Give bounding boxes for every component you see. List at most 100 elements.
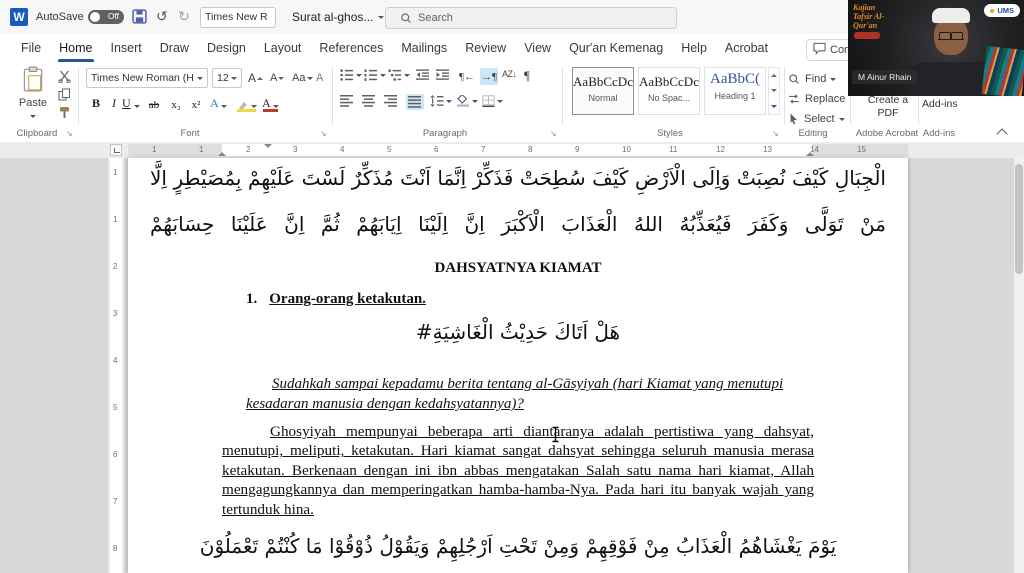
font-color-button[interactable]: A (262, 94, 279, 112)
document-heading: DAHSYATNYA KIAMAT (434, 260, 602, 276)
redo-icon[interactable]: ↻ (178, 8, 190, 25)
align-right-button[interactable] (384, 95, 398, 107)
sort-button[interactable]: AZ↓ (502, 69, 517, 79)
tab-references[interactable]: References (310, 34, 392, 62)
align-center-button[interactable] (362, 95, 376, 107)
word-logo-icon[interactable]: W (10, 8, 28, 26)
group-divider (784, 67, 785, 125)
line-spacing-button[interactable] (430, 95, 452, 107)
undo-icon[interactable]: ↺ (156, 8, 168, 25)
tab-quran-kemenag[interactable]: Qur'an Kemenag (560, 34, 672, 62)
styles-group-label: Styles (657, 128, 683, 139)
search-input[interactable]: Search (385, 7, 677, 29)
quick-font-dropdown[interactable]: Times New R (200, 7, 276, 38)
select-button[interactable]: Select (788, 111, 845, 127)
shading-button[interactable] (456, 95, 478, 107)
tab-insert[interactable]: Insert (102, 34, 151, 62)
first-line-indent-marker[interactable] (264, 144, 272, 148)
tab-view[interactable]: View (515, 34, 560, 62)
tab-home[interactable]: Home (50, 34, 101, 62)
arabic-verse-line-1: الْجِبَالِ كَيْفَ نُصِبَتْ وَاِلَى الْاَ… (150, 166, 886, 190)
rtl-direction-button[interactable]: ¶ ← (458, 68, 476, 85)
numbering-button[interactable] (364, 69, 386, 81)
tab-selector-icon[interactable] (110, 144, 122, 156)
font-family-combo[interactable]: Times New Roman (H (86, 68, 208, 88)
font-dialog-launcher-icon[interactable]: ↘ (320, 129, 327, 138)
clipboard-dialog-launcher-icon[interactable]: ↘ (66, 129, 73, 138)
style-heading1[interactable]: AaBbC( Heading 1 (704, 67, 766, 115)
style-normal[interactable]: AaBbCcDc Normal (572, 67, 634, 115)
video-call-overlay[interactable]: Kajian Tafsir Al- Qur'an UMS M Ainur Rha… (848, 0, 1024, 96)
font-size-combo[interactable]: 12 (212, 68, 242, 88)
text-effects-button[interactable]: A (210, 94, 227, 112)
ltr-direction-button[interactable]: → ¶ (480, 68, 498, 85)
cut-icon[interactable] (58, 70, 74, 85)
autosave-toggle-knob (90, 12, 100, 22)
scroll-up-icon (771, 74, 777, 78)
line-spacing-icon (430, 95, 444, 107)
hanging-indent-marker[interactable] (218, 152, 226, 156)
vertical-ruler[interactable]: 112345678 (108, 158, 124, 573)
save-icon[interactable] (132, 9, 147, 29)
autosave-toggle[interactable]: Off (88, 10, 124, 24)
highlight-color-button[interactable] (236, 94, 257, 112)
text-cursor-icon (550, 426, 561, 448)
horizontal-ruler[interactable]: 1 1 2 3 4 5 6 7 8 9 10 11 12 13 14 15 (0, 142, 1024, 158)
shrink-font-button[interactable]: A (270, 69, 285, 87)
replace-button[interactable]: Replace (788, 91, 845, 107)
justify-button[interactable] (406, 94, 424, 110)
find-button[interactable]: Find (788, 71, 837, 87)
borders-button[interactable] (482, 95, 503, 107)
add-ins-group-label: Add-ins (922, 128, 956, 139)
tab-draw[interactable]: Draw (151, 34, 198, 62)
grow-font-button[interactable]: A (248, 69, 264, 87)
tab-file[interactable]: File (12, 34, 50, 62)
group-divider (78, 67, 79, 125)
vertical-scrollbar[interactable] (1014, 158, 1024, 573)
underline-button[interactable]: U (122, 94, 140, 112)
subscript-button[interactable]: x₂ (168, 94, 184, 112)
create-pdf-button[interactable]: Create a PDF (860, 94, 916, 120)
align-left-button[interactable] (340, 95, 354, 107)
bullets-button[interactable] (340, 69, 362, 81)
replace-icon (789, 94, 799, 104)
copy-icon[interactable] (58, 88, 74, 103)
format-painter-icon[interactable] (58, 106, 74, 121)
style-no-spacing[interactable]: AaBbCcDc No Spac... (638, 67, 700, 115)
italic-button[interactable]: I (106, 94, 122, 112)
styles-dialog-launcher-icon[interactable]: ↘ (772, 129, 779, 138)
logo-badge (854, 32, 880, 39)
strikethrough-button[interactable]: ab (146, 94, 162, 112)
shading-bucket-icon (457, 95, 469, 107)
document-title[interactable]: Surat al-ghos... (292, 10, 385, 24)
change-case-button[interactable]: Aa (292, 69, 314, 87)
add-ins-button[interactable]: Add-ins (922, 98, 958, 110)
paragraph-dialog-launcher-icon[interactable]: ↘ (550, 129, 557, 138)
font-family-value: Times New Roman (H (91, 72, 194, 84)
tab-layout[interactable]: Layout (255, 34, 311, 62)
tab-design[interactable]: Design (198, 34, 255, 62)
autosave-label: AutoSave (36, 11, 84, 23)
ums-sun-icon (990, 9, 995, 13)
collapse-ribbon-icon[interactable] (996, 128, 1008, 140)
styles-gallery-scroll[interactable] (768, 67, 780, 115)
chevron-down-icon (30, 115, 36, 118)
tab-review[interactable]: Review (456, 34, 515, 62)
tab-mailings[interactable]: Mailings (392, 34, 456, 62)
scrollbar-thumb[interactable] (1015, 164, 1023, 274)
bold-button[interactable]: B (88, 94, 104, 112)
speaker-white-cap (932, 8, 970, 23)
multilevel-list-button[interactable] (388, 69, 410, 81)
right-indent-marker[interactable] (806, 152, 814, 156)
superscript-button[interactable]: x² (188, 94, 204, 112)
tab-acrobat[interactable]: Acrobat (716, 34, 777, 62)
document-page[interactable]: الْجِبَالِ كَيْفَ نُصِبَتْ وَاِلَى الْاَ… (128, 158, 908, 573)
style-name: No Spac... (647, 93, 691, 103)
decrease-indent-button[interactable] (416, 69, 430, 81)
group-divider (332, 67, 333, 125)
tab-help[interactable]: Help (672, 34, 716, 62)
increase-indent-button[interactable] (436, 69, 450, 81)
show-paragraph-marks-button[interactable]: ¶ (524, 68, 530, 84)
clear-formatting-button[interactable]: A (316, 69, 323, 87)
paste-button[interactable]: Paste (12, 66, 54, 124)
